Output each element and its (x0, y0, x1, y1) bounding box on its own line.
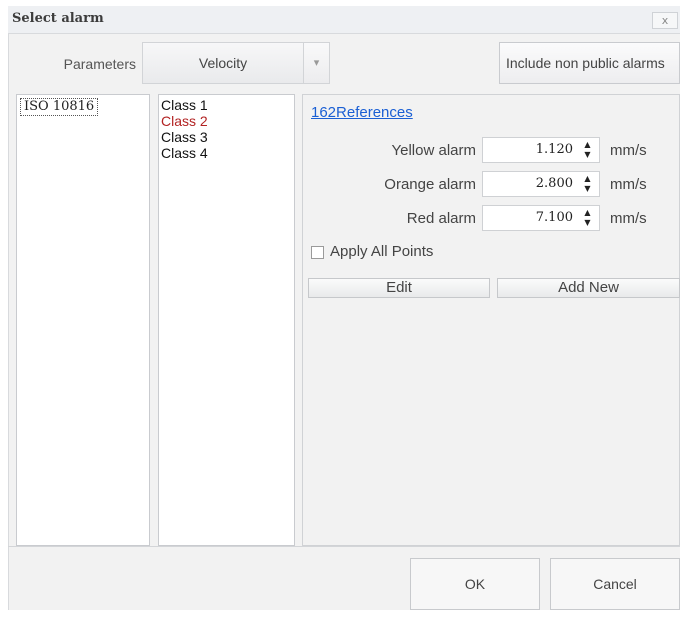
close-icon: x (661, 14, 669, 27)
red-alarm-label: Red alarm (406, 210, 476, 227)
standards-list[interactable]: ISO 10816 (16, 94, 150, 546)
parameter-select[interactable]: Velocity (142, 42, 304, 84)
window-title: Select alarm (12, 11, 104, 26)
references-link[interactable]: 162References (311, 104, 413, 121)
apply-all-points-label: Apply All Points (330, 243, 434, 260)
yellow-alarm-unit: mm/s (610, 142, 647, 159)
orange-alarm-value: 2.800 (535, 176, 573, 191)
close-button[interactable]: x (652, 12, 678, 29)
spinner-icon[interactable]: ▲ ▼ (583, 174, 592, 194)
orange-alarm-input[interactable]: 2.800 ▲ ▼ (482, 171, 600, 197)
red-alarm-unit: mm/s (610, 210, 647, 227)
add-new-button[interactable]: Add New (497, 278, 680, 298)
red-alarm-input[interactable]: 7.100 ▲ ▼ (482, 205, 600, 231)
parameters-label: Parameters (63, 56, 136, 72)
parameter-dropdown-button[interactable]: ▾ (304, 42, 330, 84)
ok-button[interactable]: OK (410, 558, 540, 610)
spinner-icon[interactable]: ▲ ▼ (583, 140, 592, 160)
red-alarm-value: 7.100 (535, 210, 573, 225)
spinner-icon[interactable]: ▲ ▼ (583, 208, 592, 228)
yellow-alarm-value: 1.120 (535, 142, 573, 157)
edit-button[interactable]: Edit (308, 278, 490, 298)
yellow-alarm-input[interactable]: 1.120 ▲ ▼ (482, 137, 600, 163)
orange-alarm-unit: mm/s (610, 176, 647, 193)
list-item-class-1[interactable]: Class 1 (161, 97, 208, 113)
list-item-class-3[interactable]: Class 3 (161, 129, 208, 145)
include-non-public-button[interactable]: Include non public alarms (499, 42, 680, 84)
list-item-iso-10816[interactable]: ISO 10816 (20, 98, 99, 116)
list-item-class-2[interactable]: Class 2 (161, 113, 208, 129)
classes-list[interactable]: Class 1 Class 2 Class 3 Class 4 (158, 94, 295, 546)
yellow-alarm-label: Yellow alarm (391, 142, 477, 159)
list-item-class-4[interactable]: Class 4 (161, 145, 208, 161)
chevron-down-icon: ▾ (313, 56, 320, 69)
apply-all-points-checkbox[interactable] (311, 246, 324, 259)
title-bar: Select alarm x (8, 6, 680, 34)
cancel-button[interactable]: Cancel (550, 558, 680, 610)
orange-alarm-label: Orange alarm (384, 176, 476, 193)
footer-divider (8, 546, 680, 547)
